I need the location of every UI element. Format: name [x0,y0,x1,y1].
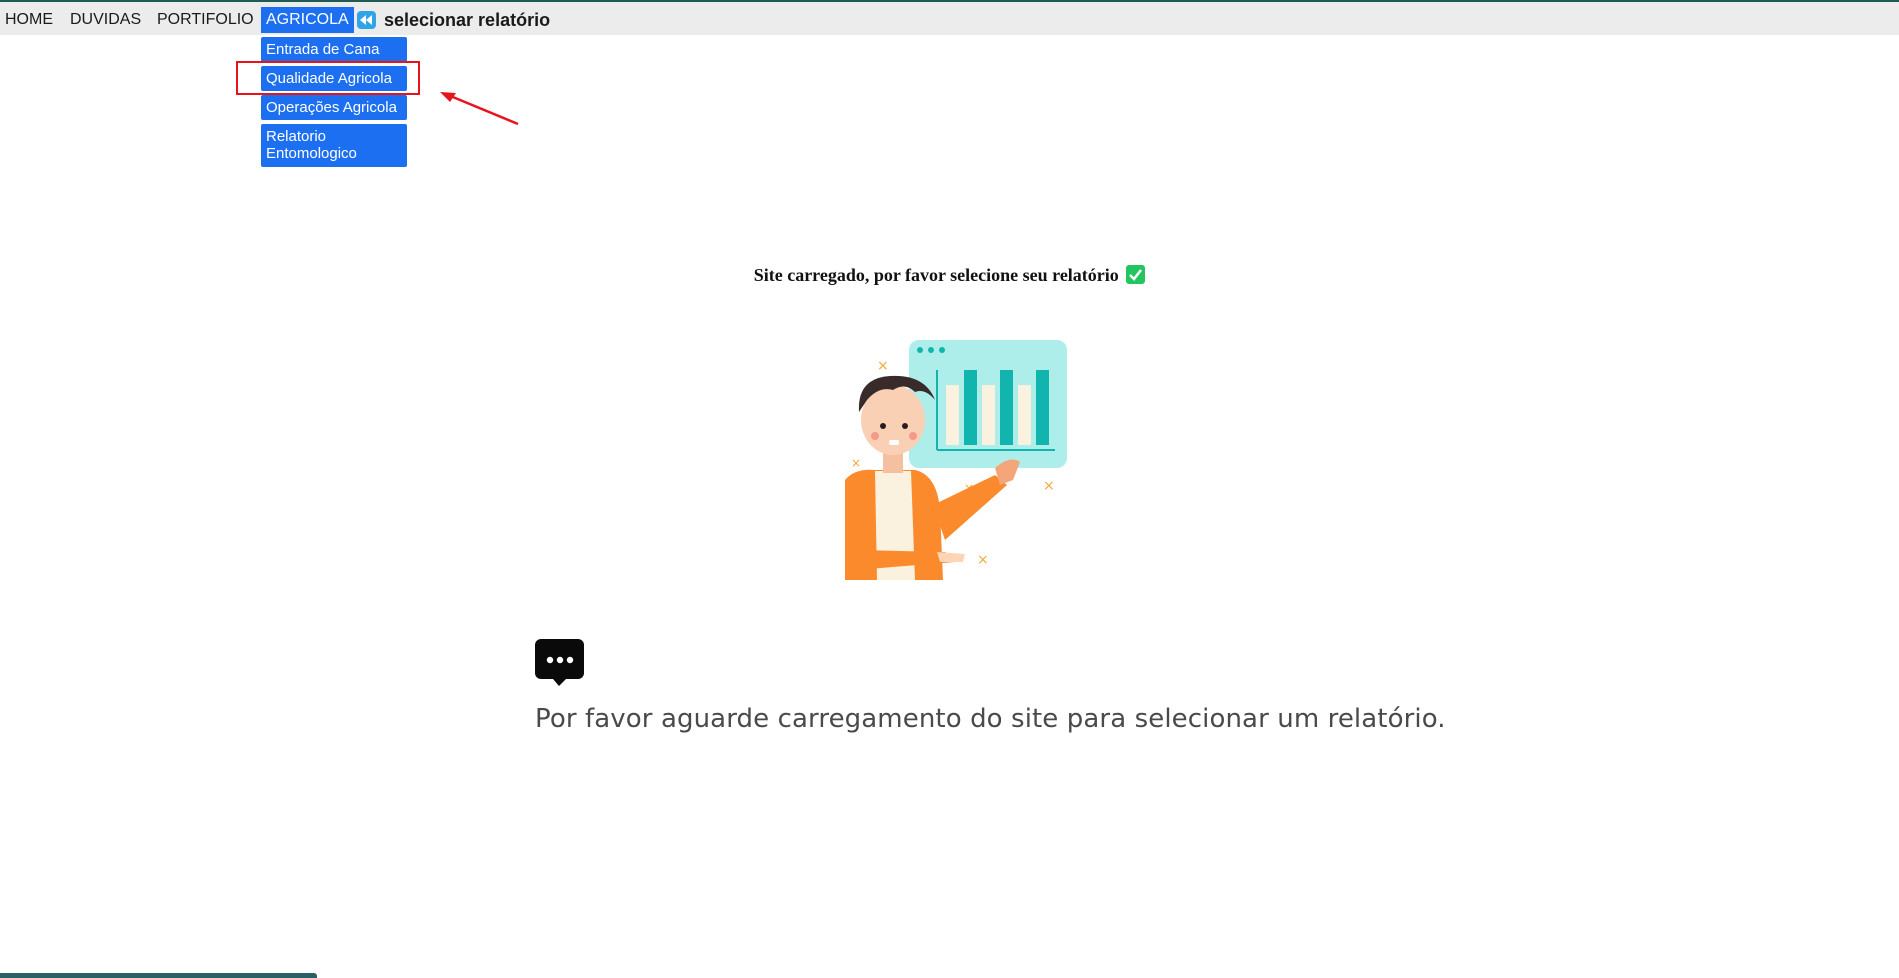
page-title: selecionar relatório [384,10,551,30]
loaded-message: Site carregado, por favor selecione seu … [753,265,1119,285]
check-box-icon [1126,265,1146,284]
dropdown-item-entrada-de-cana[interactable]: Entrada de Cana [261,37,407,62]
nav-agricola[interactable]: AGRICOLA [261,7,354,33]
rewind-icon[interactable] [357,11,376,29]
nav-home[interactable]: HOME [5,9,53,31]
highlight-box [236,61,420,95]
svg-text:×: × [977,552,989,568]
loaded-message-row: Site carregado, por favor selecione seu … [0,265,1899,286]
person-presenting-chart-illustration: × × × × × [845,340,1067,585]
navbar: HOME DUVIDAS PORTIFOLIO AGRICOLA selecio… [0,2,1899,35]
bottom-progress-bar [0,973,317,978]
wait-message: Por favor aguarde carregamento do site p… [535,704,1446,734]
nav-portifolio[interactable]: PORTIFOLIO [157,9,254,31]
svg-text:×: × [877,358,889,374]
svg-text:×: × [851,456,861,470]
nav-duvidas[interactable]: DUVIDAS [70,9,141,31]
dropdown-item-relatorio-entomologico[interactable]: Relatorio Entomologico [261,124,407,167]
annotation-arrow [440,92,519,126]
dropdown-item-operacoes-agricola[interactable]: Operações Agricola [261,95,407,120]
chat-bubble-ellipsis-icon [535,639,585,692]
svg-text:×: × [1043,478,1055,494]
